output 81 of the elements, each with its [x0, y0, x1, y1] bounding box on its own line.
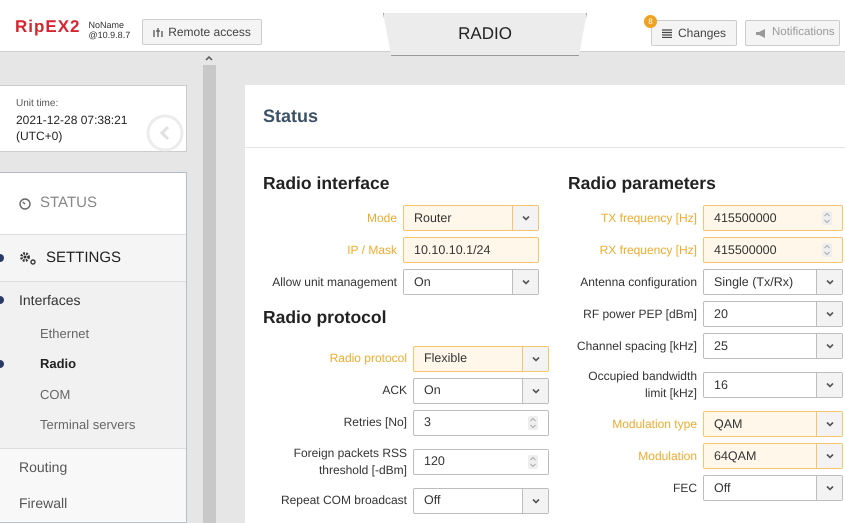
select-field[interactable]: Off [413, 488, 549, 514]
chevron-down-icon [826, 279, 834, 286]
select-field[interactable]: Flexible [413, 346, 549, 372]
field-label: RF power PEP [dBm] [582, 306, 698, 323]
select-field[interactable]: 16 [703, 372, 843, 398]
select-field[interactable]: 20 [703, 301, 843, 328]
nav-subitem[interactable]: Interfaces [0, 282, 186, 318]
selected-marker [0, 254, 4, 262]
nav-subitem[interactable]: Firewall [0, 485, 186, 521]
nav-item[interactable]: SETTINGS [0, 235, 186, 282]
remote-access-button[interactable]: Remote access [142, 19, 262, 45]
chevron-down-icon [826, 311, 834, 318]
select-field[interactable]: 64QAM [703, 443, 843, 470]
field-label: Retries [No] [342, 414, 408, 431]
number-field[interactable]: 120 [413, 448, 549, 474]
changes-button[interactable]: Changes [651, 20, 738, 46]
field-label: Antenna configuration [579, 274, 698, 291]
spinner-icon [528, 416, 538, 430]
select-field[interactable]: 25 [703, 333, 843, 360]
field-label: Modulation type [611, 416, 698, 433]
field-label: Radio protocol [328, 350, 408, 367]
selected-marker [0, 296, 4, 304]
section-heading: Radio interface [263, 172, 390, 195]
collapse-icon[interactable] [146, 114, 184, 152]
input-field[interactable]: 10.10.10.1/24 [403, 237, 539, 264]
changes-count-badge: 8 [644, 15, 657, 28]
list-icon [662, 28, 672, 38]
select-field[interactable]: On [403, 269, 539, 296]
chevron-down-icon [826, 343, 834, 350]
field-label: FEC [672, 480, 698, 497]
megaphone-icon [756, 28, 766, 38]
chevron-down-icon [826, 421, 834, 428]
field-label: IP / Mask [346, 242, 398, 259]
field-label: ACK [381, 382, 408, 399]
spinner-icon [822, 243, 832, 258]
chevron-down-icon [522, 215, 530, 222]
nav-link[interactable]: Ethernet [0, 318, 186, 348]
select-field[interactable]: QAM [703, 411, 843, 438]
field-label: Channel spacing [kHz] [576, 338, 698, 355]
select-field[interactable]: Off [703, 475, 843, 502]
unit-time-value: 2021-12-28 07:38:21 [16, 112, 128, 128]
field-label: Foreign packets RSS threshold [-dBm] [292, 444, 408, 478]
number-field[interactable]: 415500000 [703, 237, 843, 264]
field-label: Mode [366, 210, 398, 227]
chevron-down-icon [522, 279, 530, 286]
page-tab[interactable]: RADIO [383, 13, 587, 56]
nav-link[interactable]: COM [0, 379, 186, 410]
section-heading: Radio protocol [263, 306, 388, 330]
field-label: RX frequency [Hz] [598, 242, 698, 259]
spinner-icon [528, 454, 538, 468]
chevron-down-icon [532, 388, 540, 394]
unit-name: NoName [88, 20, 126, 30]
nav-link[interactable]: Radio [0, 348, 186, 379]
unit-time-zone: (UTC+0) [16, 128, 64, 144]
number-field[interactable]: 415500000 [703, 205, 843, 232]
field-label: TX frequency [Hz] [600, 210, 698, 227]
select-field[interactable]: Router [403, 205, 539, 232]
nav-subitem[interactable]: Routing [0, 449, 186, 485]
select-field[interactable]: Single (Tx/Rx) [703, 269, 843, 296]
chevron-down-icon [826, 382, 834, 388]
number-field[interactable]: 3 [413, 410, 549, 436]
field-label: Repeat COM broadcast [280, 492, 408, 509]
section-heading: Radio parameters [568, 172, 717, 195]
gauge-icon [19, 198, 31, 210]
chevron-down-icon [826, 453, 834, 460]
panel-title: Status [263, 104, 318, 128]
scrollbar-thumb[interactable] [202, 65, 216, 523]
field-label: Allow unit management [271, 274, 398, 291]
scroll-up-icon[interactable] [205, 55, 213, 61]
select-field[interactable]: On [413, 378, 549, 404]
chevron-down-icon [826, 485, 834, 492]
unit-time-label: Unit time: [16, 97, 60, 111]
selected-marker [0, 360, 4, 368]
field-label: Modulation [637, 448, 698, 465]
chevron-down-icon [532, 498, 540, 504]
chevron-down-icon [532, 356, 540, 362]
logo: RipEX2 [15, 16, 81, 38]
unit-address: @10.9.8.7 [88, 30, 130, 40]
field-label: Occupied bandwidth limit [kHz] [587, 368, 698, 402]
spinner-icon [822, 211, 832, 226]
nav-link[interactable]: Terminal servers [0, 410, 186, 440]
